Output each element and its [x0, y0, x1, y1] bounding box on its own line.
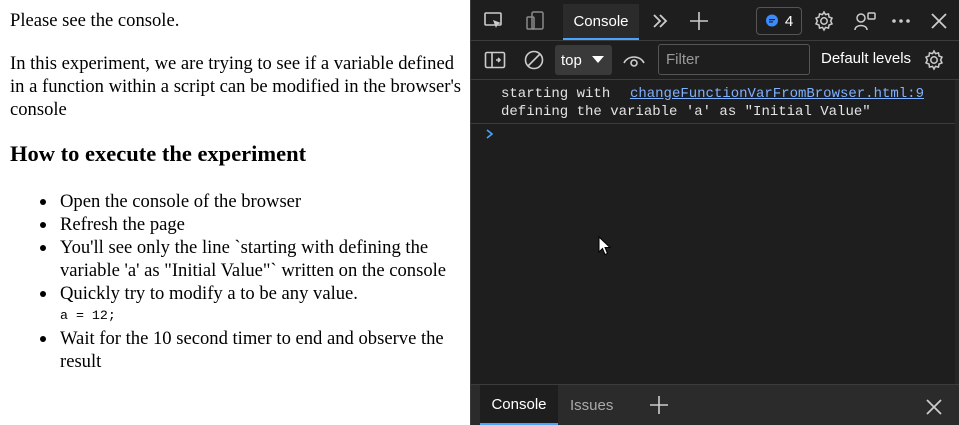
console-scrollbar[interactable]	[955, 80, 959, 384]
steps-list: Open the console of the browser Refresh …	[10, 190, 460, 305]
page-heading: How to execute the experiment	[10, 141, 307, 166]
device-emulation-icon[interactable]	[522, 7, 548, 35]
more-options-icon[interactable]	[889, 7, 913, 35]
web-page: Please see the console. In this experime…	[0, 0, 470, 425]
settings-gear-icon[interactable]	[812, 7, 836, 35]
close-devtools-icon[interactable]	[927, 7, 951, 35]
default-levels-dropdown[interactable]: Default levels	[821, 50, 911, 67]
chevron-down-icon	[592, 56, 604, 63]
add-drawer-tab-icon[interactable]	[648, 394, 670, 416]
more-tabs-icon[interactable]	[649, 7, 671, 35]
devtools-panel: Console 4 top Filter Default levels star…	[470, 0, 959, 425]
messages-badge[interactable]: 4	[756, 7, 802, 35]
bullet-icon	[40, 336, 46, 342]
context-select[interactable]: top	[555, 45, 612, 75]
intro-text: Please see the console.	[10, 10, 180, 31]
filter-input[interactable]	[658, 44, 810, 75]
steps-list-continued: Wait for the 10 second timer to end and …	[10, 327, 460, 373]
code-snippet: a = 12;	[60, 308, 116, 323]
context-value: top	[561, 51, 582, 69]
close-drawer-icon[interactable]	[923, 396, 945, 418]
clear-console-icon[interactable]	[522, 49, 546, 71]
inspect-element-icon[interactable]	[481, 7, 507, 35]
bullet-icon	[40, 291, 46, 297]
console-filter-bar: top Default levels	[471, 41, 959, 80]
description-text: In this experiment, we are trying to see…	[10, 53, 462, 120]
devtools-toolbar: Console 4	[471, 0, 959, 41]
list-item: Wait for the 10 second timer to end and …	[10, 327, 460, 373]
bullet-icon	[40, 245, 46, 251]
sidebar-toggle-icon[interactable]	[483, 49, 507, 71]
list-item: Open the console of the browser	[10, 190, 460, 213]
add-tab-icon[interactable]	[687, 7, 711, 35]
drawer-tab-console[interactable]: Console	[480, 385, 558, 425]
divider	[471, 123, 959, 124]
message-icon	[765, 14, 779, 28]
bullet-icon	[40, 222, 46, 228]
log-message: starting with	[501, 86, 611, 102]
console-output[interactable]: starting with changeFunctionVarFromBrows…	[471, 80, 959, 384]
mouse-cursor-icon	[598, 236, 612, 256]
list-item: You'll see only the line `starting with …	[10, 236, 460, 282]
log-source-link[interactable]: changeFunctionVarFromBrowser.html:9	[630, 85, 924, 103]
live-expression-eye-icon[interactable]	[621, 49, 647, 71]
tab-console[interactable]: Console	[563, 4, 639, 40]
drawer-tab-issues[interactable]: Issues	[570, 397, 613, 414]
console-settings-gear-icon[interactable]	[922, 48, 946, 72]
log-message: defining the variable 'a' as "Initial Va…	[501, 104, 871, 120]
message-count: 4	[784, 12, 794, 30]
list-item: Quickly try to modify a to be any value.	[10, 282, 460, 305]
console-prompt-chevron-icon[interactable]	[484, 126, 496, 142]
bullet-icon	[40, 199, 46, 205]
drawer-tabbar: Console Issues	[471, 384, 959, 425]
list-item: Refresh the page	[10, 213, 460, 236]
customize-icon[interactable]	[852, 7, 878, 35]
